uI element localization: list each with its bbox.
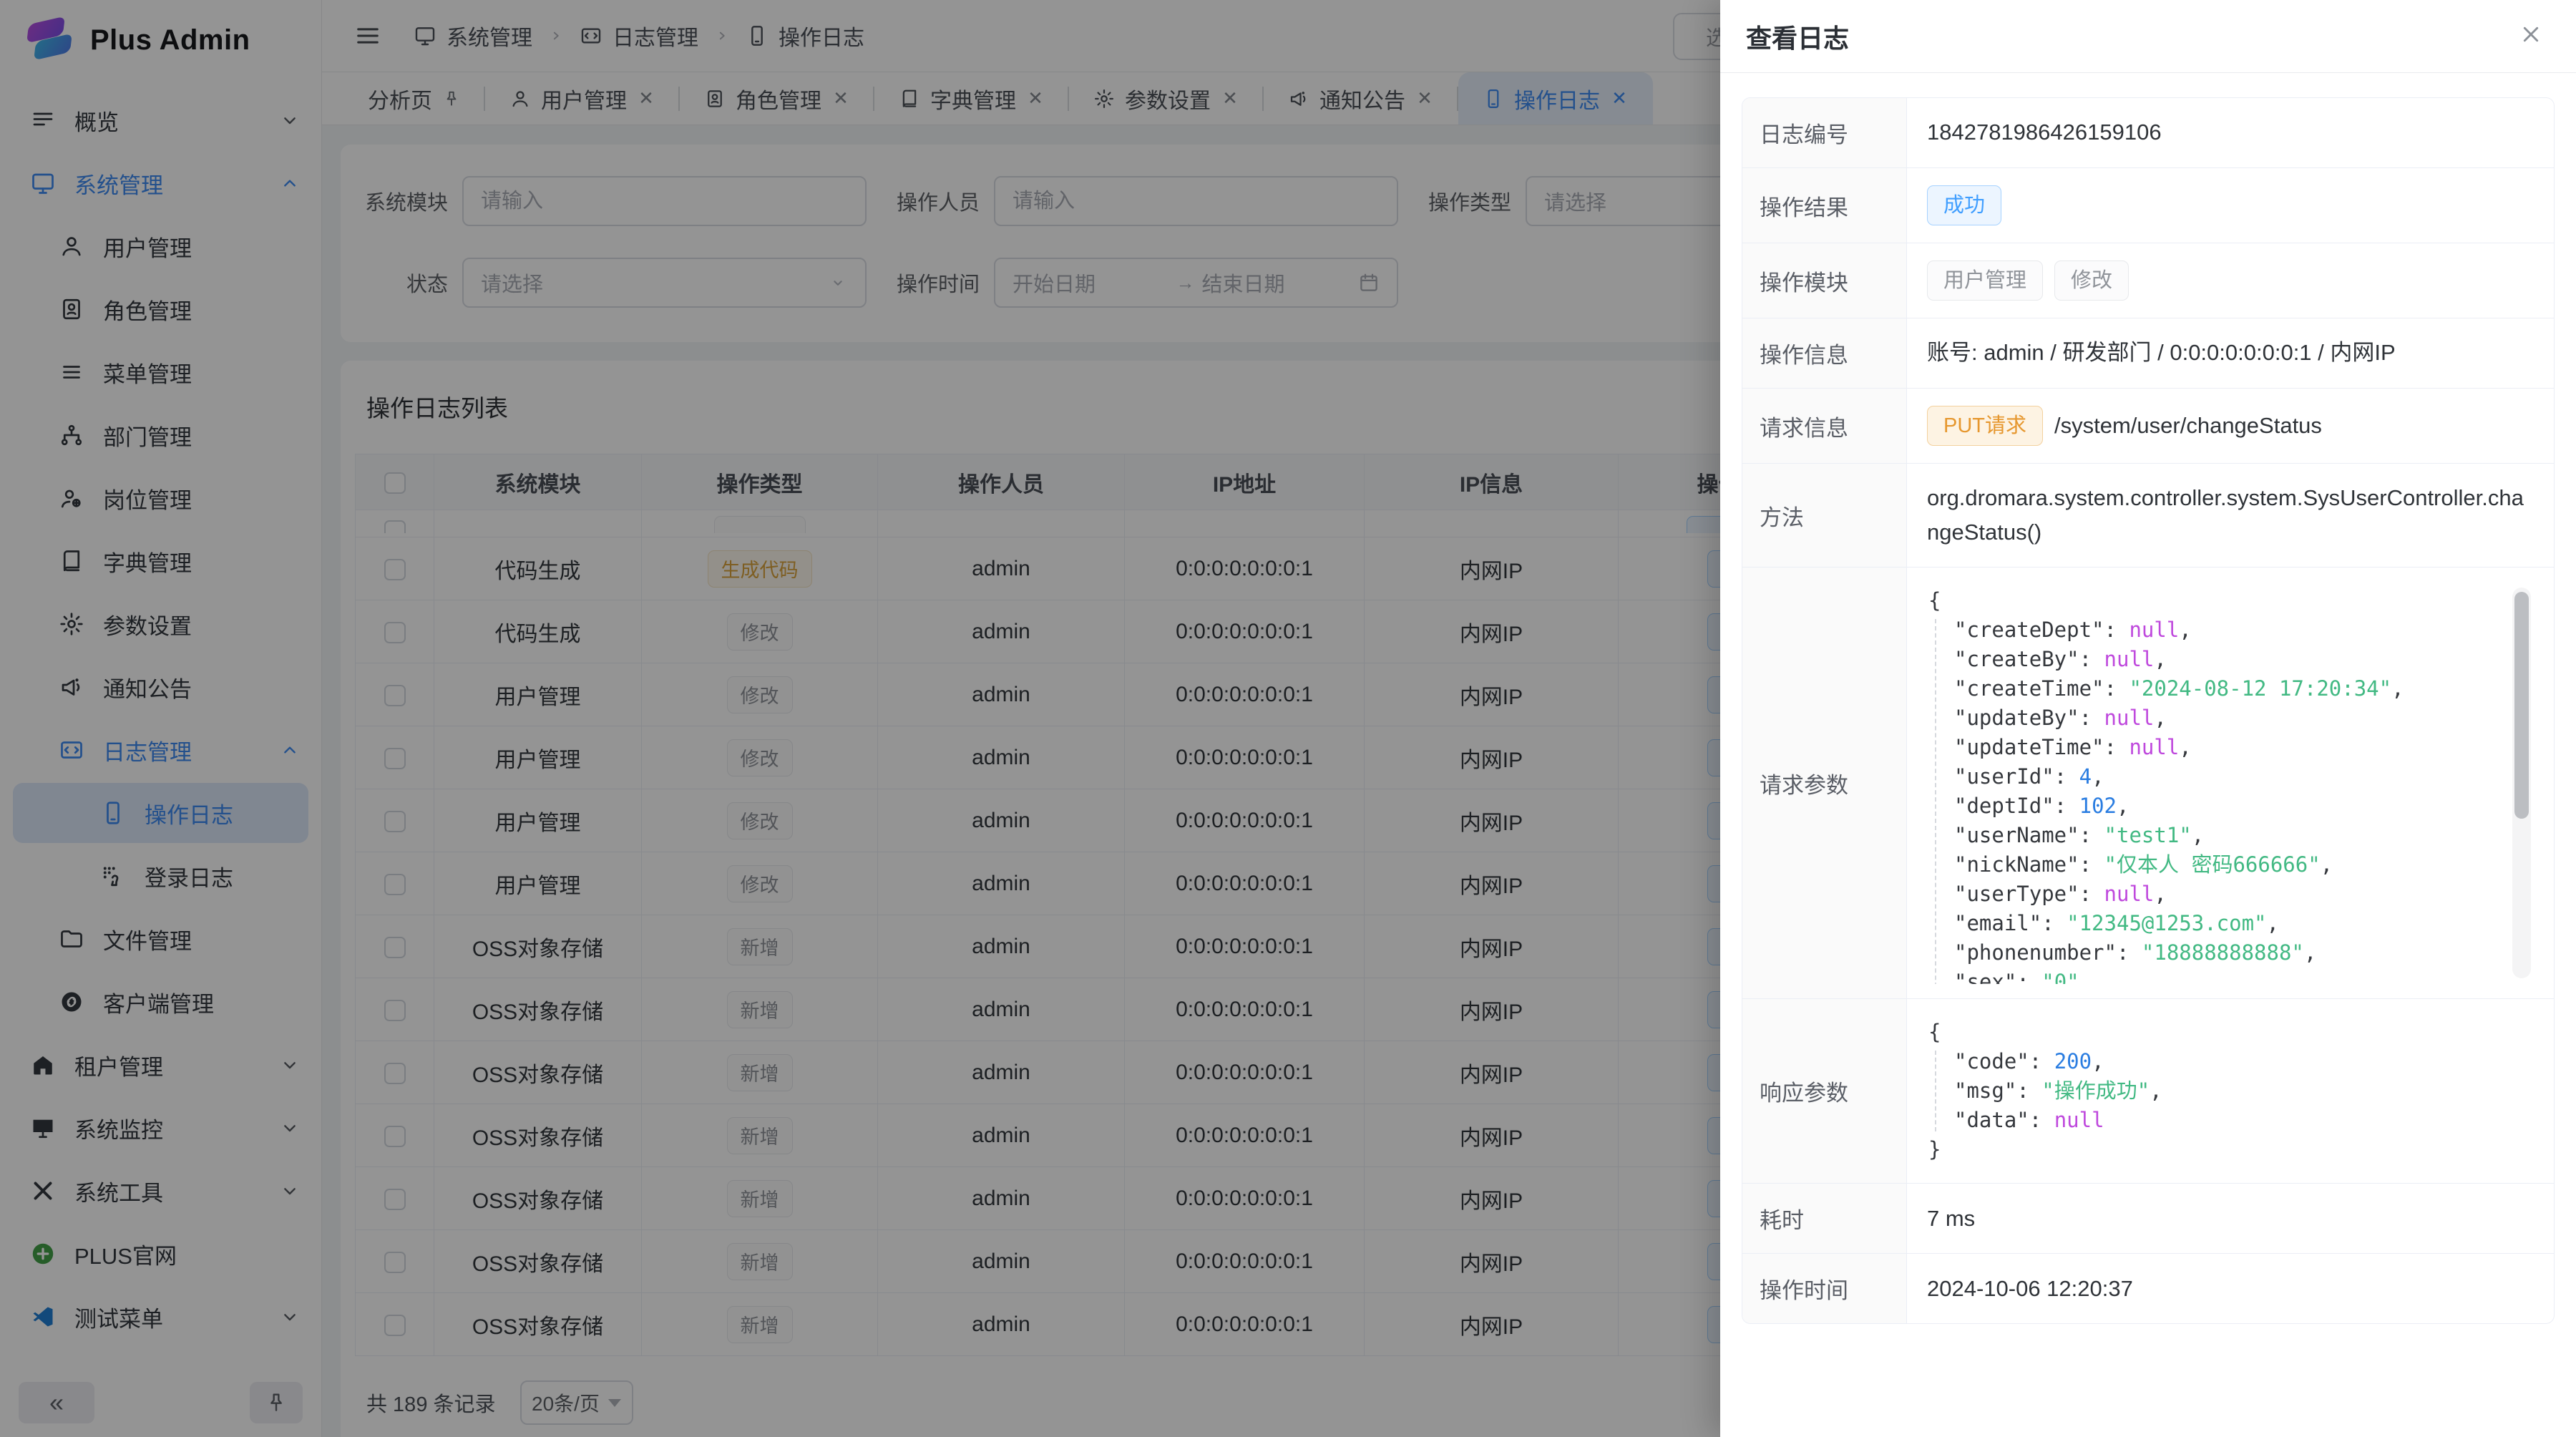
op-module-tag: 用户管理: [1927, 260, 2043, 301]
detail-row-op-module: 操作模块用户管理修改: [1742, 243, 2554, 318]
op-result-tag: 成功: [1927, 185, 2001, 225]
log-detail-drawer: 查看日志 日志编号1842781986426159106操作结果成功操作模块用户…: [1720, 0, 2576, 1437]
code-scrollbar: [2512, 588, 2531, 978]
detail-label: 请求信息: [1742, 389, 1907, 463]
detail-value: 1842781986426159106: [1907, 98, 2554, 167]
log-detail-table: 日志编号1842781986426159106操作结果成功操作模块用户管理修改操…: [1742, 97, 2555, 1324]
detail-row-method: 方法org.dromara.system.controller.system.S…: [1742, 463, 2554, 567]
detail-label: 耗时: [1742, 1184, 1907, 1253]
detail-label: 操作信息: [1742, 318, 1907, 388]
detail-value: 账号: admin / 研发部门 / 0:0:0:0:0:0:0:1 / 内网I…: [1907, 318, 2554, 388]
detail-value: 7 ms: [1907, 1184, 2554, 1253]
detail-value: PUT请求/system/user/changeStatus: [1907, 389, 2554, 463]
detail-label: 操作结果: [1742, 168, 1907, 243]
detail-value: 2024-10-06 12:20:37: [1907, 1254, 2554, 1323]
detail-row-request-params: 请求参数{"createDept": null,"createBy": null…: [1742, 567, 2554, 998]
detail-label: 操作模块: [1742, 243, 1907, 318]
detail-label: 日志编号: [1742, 98, 1907, 167]
detail-row-response-params: 响应参数{"code": 200,"msg": "操作成功","data": n…: [1742, 998, 2554, 1183]
json-code-block: {"code": 200,"msg": "操作成功","data": null}: [1924, 1013, 2537, 1169]
detail-label: 操作时间: [1742, 1254, 1907, 1323]
drawer-header: 查看日志: [1720, 0, 2576, 73]
detail-row-op-time: 操作时间2024-10-06 12:20:37: [1742, 1253, 2554, 1323]
detail-label: 响应参数: [1742, 999, 1907, 1183]
detail-row-log-id: 日志编号1842781986426159106: [1742, 98, 2554, 167]
drawer-title: 查看日志: [1746, 18, 1849, 55]
detail-label: 方法: [1742, 464, 1907, 567]
detail-value: 成功: [1907, 168, 2554, 243]
app: Plus Admin 概览系统管理用户管理角色管理菜单管理部门管理岗位管理字典管…: [0, 0, 2576, 1437]
detail-value: 用户管理修改: [1907, 243, 2554, 318]
detail-row-op-result: 操作结果成功: [1742, 167, 2554, 243]
json-code-block: {"createDept": null,"createBy": null,"cr…: [1924, 582, 2537, 984]
request-info-tag: PUT请求: [1927, 406, 2043, 446]
close-icon[interactable]: [2517, 21, 2549, 52]
detail-value: org.dromara.system.controller.system.Sys…: [1907, 464, 2554, 567]
detail-value: {"code": 200,"msg": "操作成功","data": null}: [1907, 999, 2554, 1183]
detail-row-cost-time: 耗时7 ms: [1742, 1183, 2554, 1253]
detail-label: 请求参数: [1742, 568, 1907, 998]
request-url: /system/user/changeStatus: [2054, 409, 2322, 443]
detail-row-request-info: 请求信息PUT请求/system/user/changeStatus: [1742, 388, 2554, 463]
detail-row-op-info: 操作信息账号: admin / 研发部门 / 0:0:0:0:0:0:0:1 /…: [1742, 318, 2554, 388]
code-scrollbar-thumb[interactable]: [2514, 592, 2529, 819]
detail-value: {"createDept": null,"createBy": null,"cr…: [1907, 568, 2554, 998]
op-module-tag: 修改: [2054, 260, 2129, 301]
